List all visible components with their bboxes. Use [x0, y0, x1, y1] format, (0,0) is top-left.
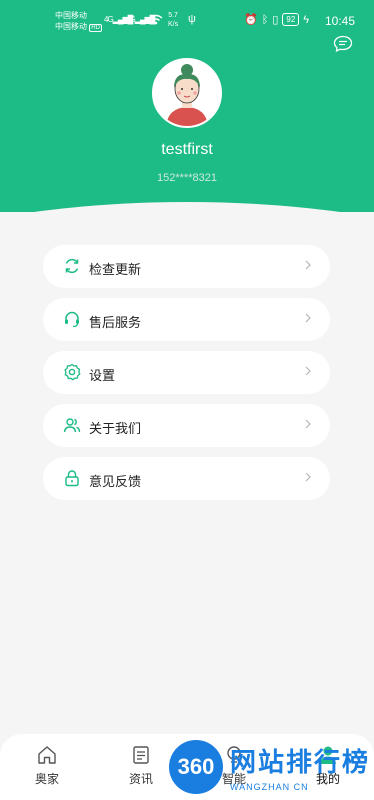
menu-item-label: 售后服务: [89, 315, 142, 330]
news-icon: [133, 746, 149, 764]
chevron-right-icon: [305, 366, 311, 376]
menu-item-after-sales[interactable]: 售后服务: [43, 298, 330, 341]
watermark-text: 网站排行榜: [230, 747, 371, 777]
menu-item-label: 设置: [89, 368, 116, 383]
hd-badge: HD: [89, 24, 102, 32]
wifi-icon: [149, 14, 163, 25]
vibrate-icon: ▯: [272, 14, 279, 26]
menu-item-label: 检查更新: [89, 262, 142, 277]
watermark-360: 360 网站排行榜 WANGZHAN CN: [160, 740, 374, 800]
alarm-icon: ⏰: [244, 14, 258, 26]
home-icon: [38, 746, 56, 764]
usb-icon: ψ: [188, 13, 196, 25]
lock-icon: [65, 470, 79, 487]
chevron-right-icon: [305, 313, 311, 323]
net-type-1: 4G: [104, 15, 114, 24]
charging-icon: ϟ: [303, 13, 310, 26]
menu-item-label: 意见反馈: [89, 474, 142, 489]
carrier-2-row: 中国移动 HD: [55, 21, 102, 34]
carrier-2: 中国移动: [55, 22, 87, 31]
chevron-right-icon: [305, 419, 311, 429]
tab-home[interactable]: 奥家: [27, 744, 67, 787]
avatar[interactable]: [152, 58, 222, 128]
watermark-subtext: WANGZHAN CN: [230, 782, 309, 792]
menu-item-label: 关于我们: [89, 421, 142, 436]
tab-label: 资讯: [128, 772, 153, 786]
gear-icon: [64, 363, 81, 381]
watermark-badge: 360: [169, 740, 223, 794]
system-icons: ⏰ ᛒ ▯ 92 ϟ: [244, 13, 309, 26]
header-curve: [0, 202, 374, 212]
net-speed: 5.7 K/s: [168, 11, 178, 29]
battery-indicator: 92: [282, 13, 300, 26]
carrier-1: 中国移动: [55, 11, 87, 20]
menu-item-check-update[interactable]: 检查更新: [43, 245, 330, 288]
phone-number: 152****8321: [157, 172, 217, 184]
menu-item-about-us[interactable]: 关于我们: [43, 404, 330, 447]
status-bar: 中国移动 中国移动 HD 4G▂▄▆█ 4G▂▄▆█ 5.7 K/s ψ ⏰ ᛒ…: [0, 8, 374, 38]
users-icon: [63, 418, 81, 433]
tab-label: 奥家: [34, 772, 59, 786]
speed-unit: K/s: [168, 21, 179, 28]
username: testfirst: [161, 141, 213, 158]
speed-value: 5.7: [168, 12, 178, 19]
refresh-icon: [65, 258, 79, 274]
chevron-right-icon: [305, 260, 311, 270]
tab-news[interactable]: 资讯: [121, 744, 161, 787]
menu-item-settings[interactable]: 设置: [43, 351, 330, 394]
bluetooth-icon: ᛒ: [261, 13, 269, 26]
chevron-right-icon: [305, 472, 311, 482]
headset-icon: [65, 311, 79, 328]
net-type-2: 4G: [126, 15, 136, 24]
avatar-illustration: [154, 60, 220, 126]
message-icon[interactable]: [333, 35, 353, 53]
clock: 10:45: [325, 14, 356, 28]
carrier-labels: 中国移动 中国移动 HD: [55, 10, 102, 34]
menu-item-feedback[interactable]: 意见反馈: [43, 457, 330, 500]
menu-list: 检查更新 售后服务 设置 关于我们 意见反馈: [43, 245, 330, 510]
